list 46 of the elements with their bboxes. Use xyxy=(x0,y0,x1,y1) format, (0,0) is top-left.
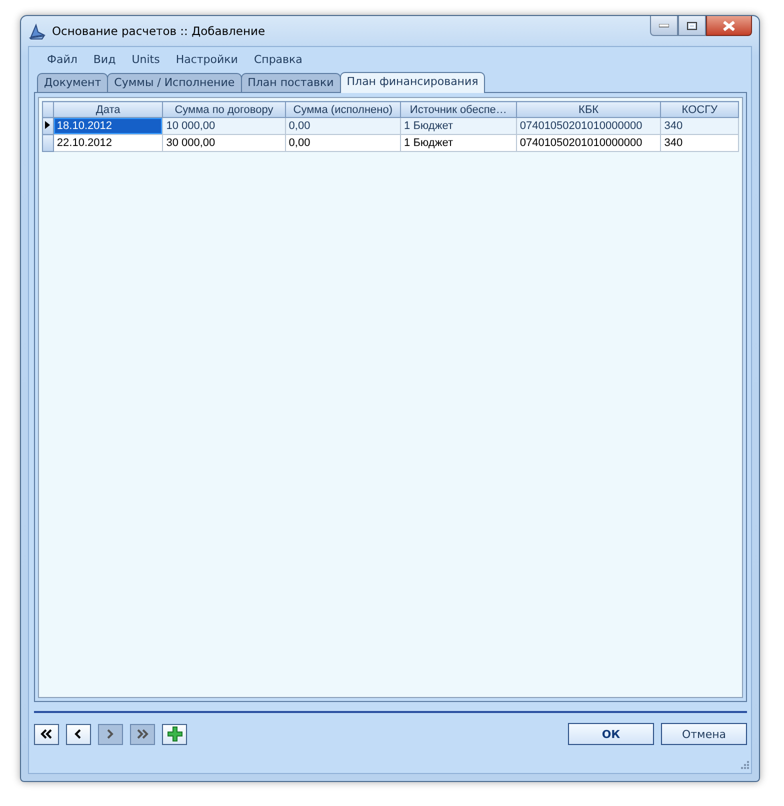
window-title: Основание расчетов :: Добавление xyxy=(52,24,266,38)
row-indicator[interactable] xyxy=(42,118,54,134)
table-cell: 1 Бюджет xyxy=(400,118,516,134)
column-header[interactable]: Источник обеспе… xyxy=(400,102,516,118)
maximize-button[interactable] xyxy=(678,16,706,36)
minimize-icon xyxy=(659,24,669,28)
dialog-button[interactable]: ОК xyxy=(568,723,654,745)
table-cell: 0,00 xyxy=(285,118,401,134)
menu-item[interactable]: Справка xyxy=(246,53,310,66)
tab[interactable]: План поставки xyxy=(240,73,341,92)
column-header[interactable]: Сумма по договору xyxy=(162,102,286,118)
menu-item[interactable]: Units xyxy=(124,53,168,66)
menu-item[interactable]: Вид xyxy=(85,53,124,66)
table-cell: 1 Бюджет xyxy=(400,134,516,152)
table-cell: 07401050201010000000 xyxy=(516,118,661,134)
column-header[interactable]: Сумма (исполнено) xyxy=(285,102,401,118)
current-row-icon xyxy=(43,120,51,130)
tab[interactable]: Документ xyxy=(37,73,108,92)
first-button[interactable] xyxy=(34,724,59,744)
resize-grip-icon xyxy=(739,761,749,771)
dialog-button[interactable]: Отмена xyxy=(661,723,747,745)
table-cell: 18.10.2012 xyxy=(53,118,163,134)
double-right-chevron-icon xyxy=(136,728,149,740)
plus-icon xyxy=(166,726,182,742)
minimize-button[interactable] xyxy=(650,16,678,36)
table-cell: 340 xyxy=(660,118,738,134)
table-cell: 0,00 xyxy=(285,134,401,152)
close-button[interactable] xyxy=(706,16,752,36)
column-header[interactable]: Дата xyxy=(53,102,163,118)
table-cell: 340 xyxy=(660,134,738,152)
close-icon xyxy=(723,20,735,30)
column-header[interactable]: КБК xyxy=(516,102,661,118)
column-header[interactable]: КОСГУ xyxy=(660,102,738,118)
menu-item[interactable]: Файл xyxy=(39,53,86,66)
previous-button[interactable] xyxy=(66,724,91,744)
app-icon xyxy=(28,22,46,40)
table-cell: 22.10.2012 xyxy=(53,134,163,152)
table-cell: 07401050201010000000 xyxy=(516,134,661,152)
add-button[interactable] xyxy=(162,724,187,744)
double-left-chevron-icon xyxy=(40,728,53,740)
menu-item[interactable]: Настройки xyxy=(168,53,246,66)
maximize-icon xyxy=(687,22,697,30)
tab[interactable]: Суммы / Исполнение xyxy=(107,73,242,92)
tab[interactable]: План финансирования xyxy=(340,72,486,93)
table-cell: 30 000,00 xyxy=(162,134,286,152)
table-cell: 10 000,00 xyxy=(162,118,286,134)
